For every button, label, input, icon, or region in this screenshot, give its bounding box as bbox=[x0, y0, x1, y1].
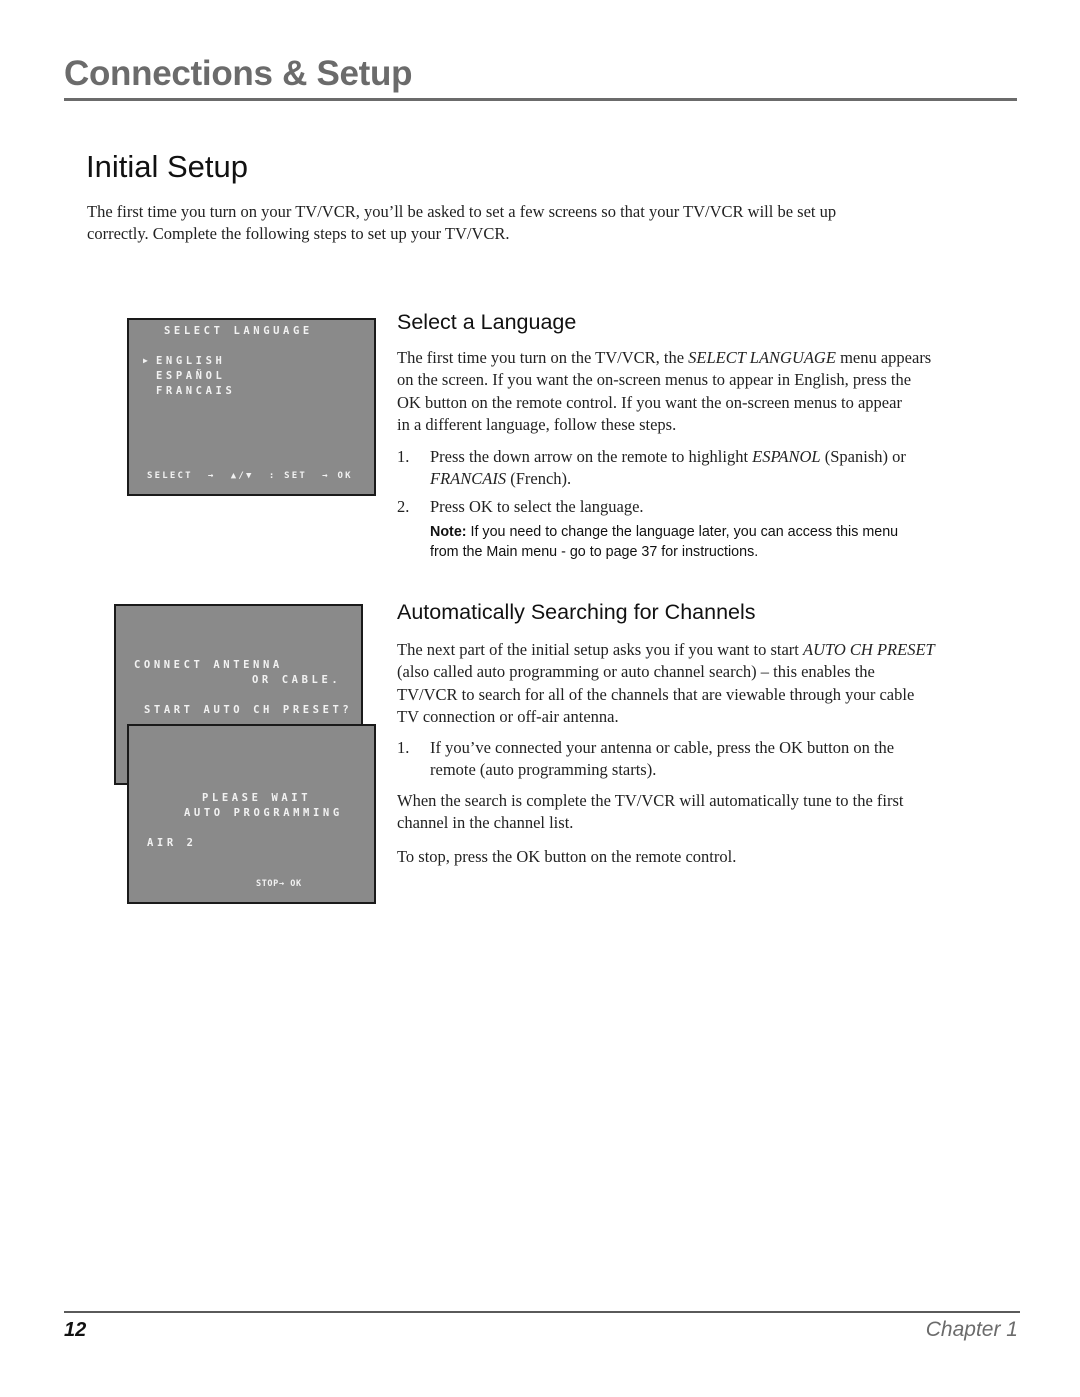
note-line: from the Main menu - go to page 37 for i… bbox=[430, 543, 759, 560]
step-number: 1. bbox=[397, 738, 410, 757]
cursor-arrow-icon: ▶ bbox=[143, 356, 148, 365]
para-line: in a different language, follow these st… bbox=[397, 414, 677, 434]
para-line: The first time you turn on the TV/VCR, t… bbox=[397, 347, 1017, 369]
para-line: TV connection or off-air antenna. bbox=[397, 706, 619, 726]
chapter-label: Chapter 1 bbox=[925, 1318, 1018, 1341]
tv-stop-hint: STOP→ OK bbox=[256, 879, 302, 889]
stop-instruction: To stop, press the OK button on the remo… bbox=[397, 847, 737, 866]
select-language-heading: Select a Language bbox=[397, 310, 577, 334]
auto-search-step-1: 1. If you’ve connected your antenna or c… bbox=[397, 737, 1007, 782]
tv-menu-title: SELECT LANGUAGE bbox=[164, 325, 313, 337]
auto-search-heading: Automatically Searching for Channels bbox=[397, 600, 756, 624]
intro-line: correctly. Complete the following steps … bbox=[87, 224, 510, 243]
step-text-part: remote (auto programming starts). bbox=[430, 760, 657, 780]
step-number: 2. bbox=[397, 497, 410, 516]
para-line: (also called auto programming or auto ch… bbox=[397, 662, 875, 682]
tv-connect-line2: OR CABLE. bbox=[252, 674, 342, 686]
section-header: Connections & Setup bbox=[64, 54, 413, 93]
footer-rule bbox=[64, 1311, 1020, 1313]
para-emphasis: AUTO CH PRESET bbox=[803, 640, 935, 659]
para-emphasis: SELECT LANGUAGE bbox=[688, 348, 836, 367]
step-emphasis: ESPANOL bbox=[752, 447, 821, 466]
language-step-1: 1. Press the down arrow on the remote to… bbox=[397, 446, 1007, 491]
tv-auto-programming: AUTO PROGRAMMING bbox=[184, 807, 343, 819]
select-language-paragraph: The first time you turn on the TV/VCR, t… bbox=[397, 347, 1017, 436]
step-text-part: (Spanish) or bbox=[820, 447, 906, 466]
step-number: 1. bbox=[397, 447, 410, 466]
language-note: Note: If you need to change the language… bbox=[430, 523, 1010, 562]
para-text: menu appears bbox=[835, 348, 932, 367]
tv-channel-readout: AIR 2 bbox=[147, 837, 197, 849]
step-emphasis: FRANCAIS bbox=[430, 469, 507, 489]
tv-please-wait: PLEASE WAIT bbox=[202, 792, 312, 804]
para-line: TV/VCR to search for all of the channels… bbox=[397, 684, 915, 704]
note-line: Note: If you need to change the language… bbox=[430, 523, 1010, 543]
para-text: The next part of the initial setup asks … bbox=[397, 640, 803, 659]
page-title: Initial Setup bbox=[86, 149, 248, 184]
language-step-2: 2. Press OK to select the language. bbox=[397, 496, 1007, 518]
para-line: OK button on the remote control. If you … bbox=[397, 392, 902, 412]
step-text: If you’ve connected your antenna or cabl… bbox=[397, 737, 1007, 782]
tv-screen-auto-programming: PLEASE WAIT AUTO PROGRAMMING AIR 2 STOP→… bbox=[127, 724, 376, 904]
step-text: Press OK to select the language. bbox=[430, 497, 644, 516]
page-number: 12 bbox=[64, 1319, 87, 1341]
intro-line: The first time you turn on your TV/VCR, … bbox=[87, 202, 837, 221]
para-line: When the search is complete the TV/VCR w… bbox=[397, 791, 904, 810]
para-line: on the screen. If you want the on-screen… bbox=[397, 370, 912, 390]
header-rule bbox=[64, 98, 1017, 101]
note-text: If you need to change the language later… bbox=[466, 524, 899, 540]
note-label: Note: bbox=[430, 524, 467, 540]
step-text: Press the down arrow on the remote to hi… bbox=[397, 446, 1007, 491]
tv-connect-line3: START AUTO CH PRESET? bbox=[144, 704, 353, 716]
para-line: The next part of the initial setup asks … bbox=[397, 639, 1022, 661]
tv-connect-line1: CONNECT ANTENNA bbox=[134, 659, 283, 671]
step-text-part: (French). bbox=[506, 469, 572, 489]
para-line: channel in the channel list. bbox=[397, 813, 574, 833]
tv-option-english: ENGLISH bbox=[156, 355, 226, 367]
step-text-part: If you’ve connected your antenna or cabl… bbox=[430, 738, 895, 757]
tv-option-espanol: ESPAÑOL bbox=[156, 370, 226, 382]
auto-search-paragraph: The next part of the initial setup asks … bbox=[397, 639, 1022, 728]
tv-footer-hint: SELECT → ▲/▼ : SET → OK bbox=[147, 471, 353, 481]
para-text: The first time you turn on the TV/VCR, t… bbox=[397, 348, 689, 367]
search-complete-paragraph: When the search is complete the TV/VCR w… bbox=[397, 790, 1017, 835]
tv-option-francais: FRANCAIS bbox=[156, 385, 236, 397]
step-text-part: Press the down arrow on the remote to hi… bbox=[430, 447, 753, 466]
tv-screen-select-language: SELECT LANGUAGE ▶ ENGLISH ESPAÑOL FRANCA… bbox=[127, 318, 376, 496]
intro-paragraph: The first time you turn on your TV/VCR, … bbox=[87, 201, 987, 245]
